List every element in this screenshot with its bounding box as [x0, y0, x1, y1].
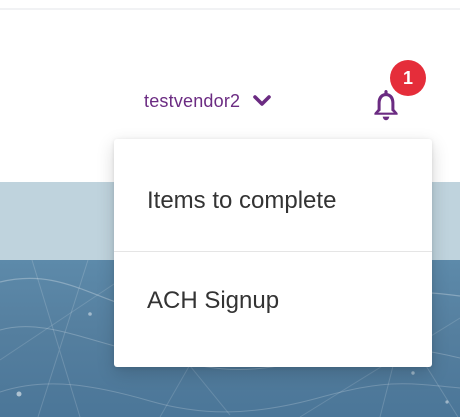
notifications-button[interactable]: 1 [363, 60, 426, 128]
menu-item-label: ACH Signup [147, 287, 280, 314]
username-label: testvendor2 [144, 90, 241, 111]
menu-item-label: Items to complete [147, 187, 337, 214]
bell-icon [374, 90, 398, 121]
menu-item-ach-signup[interactable]: ACH Signup [114, 251, 432, 367]
menu-item-items-to-complete[interactable]: Items to complete [114, 139, 432, 251]
user-dropdown-menu: Items to complete ACH Signup [114, 139, 432, 367]
notification-badge: 1 [390, 60, 426, 96]
header-divider [0, 8, 460, 10]
user-menu-button[interactable]: testvendor2 [144, 86, 274, 116]
chevron-down-icon [253, 95, 272, 106]
